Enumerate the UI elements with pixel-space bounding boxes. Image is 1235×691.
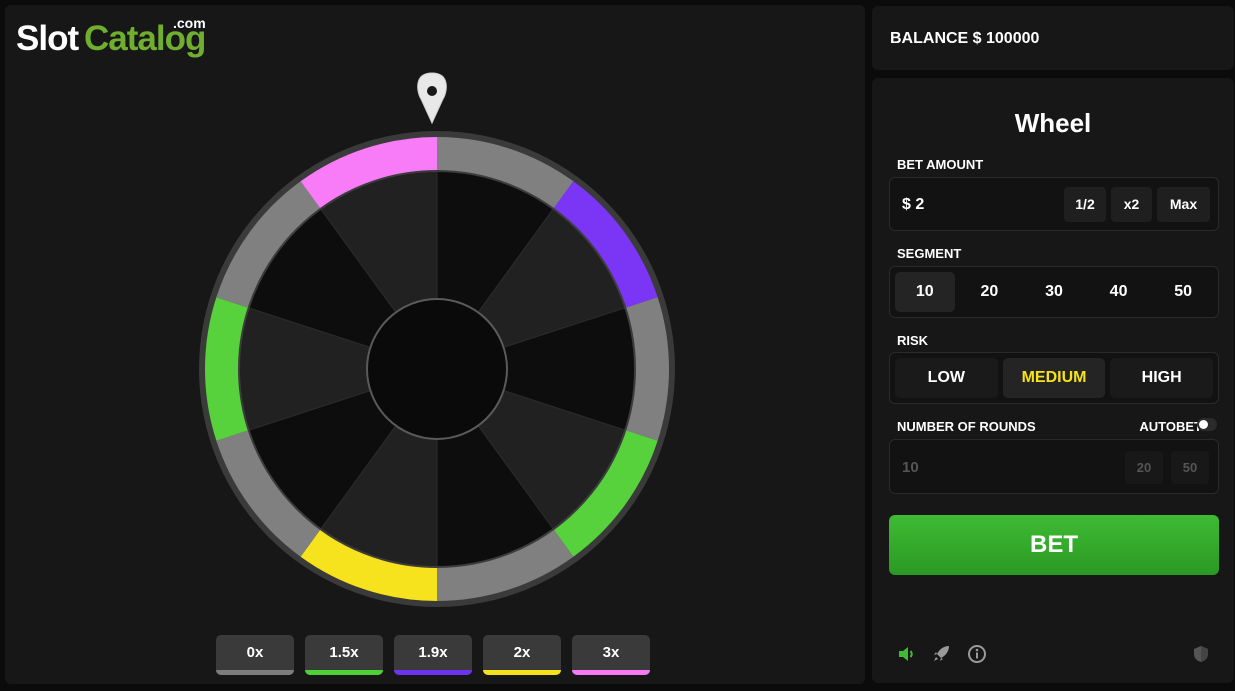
logo-com-text: .com [173, 15, 206, 31]
wheel [199, 72, 675, 607]
legend-chip-color-bar [572, 670, 650, 675]
segment-option-50[interactable]: 50 [1153, 272, 1213, 312]
info-icon[interactable] [966, 643, 988, 665]
balance-display: BALANCE $ 100000 [890, 30, 1040, 47]
balance-panel: BALANCE $ 100000 [872, 6, 1234, 70]
logo: Slot Catalog .com [16, 15, 216, 63]
double-bet-button[interactable]: x2 [1111, 187, 1152, 222]
rocket-icon[interactable] [931, 643, 953, 665]
rounds-label: NUMBER OF ROUNDS [897, 419, 1036, 434]
multiplier-legend: 0x 1.5x 1.9x 2x 3x [216, 635, 650, 675]
bet-button[interactable]: BET [889, 515, 1219, 575]
rounds-50-button[interactable]: 50 [1171, 451, 1209, 484]
map-pin-icon [417, 72, 447, 125]
legend-chip-color-bar [305, 670, 383, 675]
toggle-knob [1199, 420, 1208, 429]
autobet-label: AUTOBET [1139, 419, 1202, 434]
rounds-value[interactable]: 10 [902, 459, 919, 476]
game-title: Wheel [1014, 108, 1092, 138]
rounds-20-button[interactable]: 20 [1125, 451, 1163, 484]
risk-selector: LOW MEDIUM HIGH [889, 352, 1219, 404]
max-bet-button[interactable]: Max [1157, 187, 1210, 222]
legend-chip-label: 3x [602, 644, 620, 661]
app-root: Slot Catalog .com 0x 1.5x 1.9x 2x 3x BALANCE… [0, 0, 1235, 691]
segment-option-40[interactable]: 40 [1088, 272, 1149, 312]
legend-chip-label: 2x [513, 644, 531, 661]
legend-chip-label: 1.5x [329, 644, 359, 661]
legend-chip-color-bar [483, 670, 561, 675]
half-bet-button[interactable]: 1/2 [1064, 187, 1106, 222]
bet-amount-field[interactable]: $ 2 1/2 x2 Max [889, 177, 1219, 231]
legend-chip: 1.9x [394, 635, 472, 675]
autobet-toggle[interactable] [1197, 418, 1217, 431]
risk-option-medium[interactable]: MEDIUM [1002, 358, 1106, 398]
legend-chip: 3x [572, 635, 650, 675]
legend-chip-color-bar [216, 670, 294, 675]
bet-amount-value[interactable]: $ 2 [902, 196, 924, 214]
segment-option-20[interactable]: 20 [959, 272, 1020, 312]
risk-option-high[interactable]: HIGH [1110, 358, 1214, 398]
shield-icon[interactable] [1190, 643, 1212, 665]
legend-chip-label: 1.9x [418, 644, 448, 661]
segment-option-10[interactable]: 10 [895, 272, 955, 312]
risk-option-low[interactable]: LOW [895, 358, 998, 398]
controls-panel: Wheel BET AMOUNT $ 2 1/2 x2 Max SEGMENT … [872, 78, 1234, 683]
legend-chip: 2x [483, 635, 561, 675]
legend-chip-color-bar [394, 670, 472, 675]
legend-chip: 0x [216, 635, 294, 675]
segment-option-30[interactable]: 30 [1024, 272, 1084, 312]
wheel-body [199, 131, 675, 607]
wheel-hub [366, 298, 508, 440]
logo-slot-text: Slot [16, 19, 79, 58]
game-panel: Slot Catalog .com 0x 1.5x 1.9x 2x 3x [5, 5, 865, 684]
rounds-field[interactable]: 10 20 50 [889, 439, 1219, 494]
segment-selector: 10 20 30 40 50 [889, 266, 1219, 318]
segment-label: SEGMENT [897, 246, 962, 261]
speaker-icon[interactable] [896, 643, 918, 665]
legend-chip-label: 0x [246, 644, 264, 661]
risk-label: RISK [897, 333, 929, 348]
bet-amount-label: BET AMOUNT [897, 157, 984, 172]
legend-chip: 1.5x [305, 635, 383, 675]
